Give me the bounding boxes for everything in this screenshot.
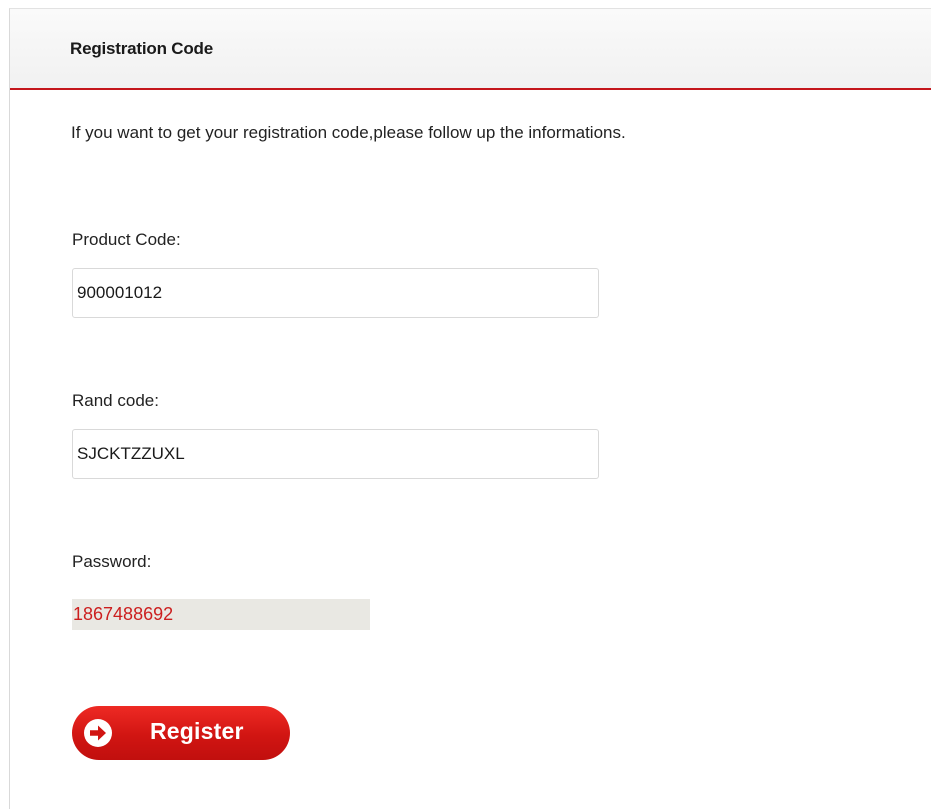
register-button[interactable]: Register: [72, 706, 290, 760]
register-button-label: Register: [150, 718, 244, 744]
product-code-label: Product Code:: [72, 230, 181, 249]
panel-header: Registration Code: [10, 9, 931, 90]
registration-panel: Registration Code If you want to get you…: [9, 8, 931, 809]
product-code-input[interactable]: [72, 268, 599, 318]
intro-text: If you want to get your registration cod…: [71, 123, 626, 142]
arrow-right-circle-icon: [83, 718, 113, 748]
panel-title: Registration Code: [70, 39, 214, 58]
rand-code-input[interactable]: [72, 429, 599, 479]
rand-code-label: Rand code:: [72, 391, 159, 410]
password-display: 1867488692: [72, 599, 370, 630]
password-value: 1867488692: [73, 604, 174, 624]
password-label: Password:: [72, 552, 152, 571]
